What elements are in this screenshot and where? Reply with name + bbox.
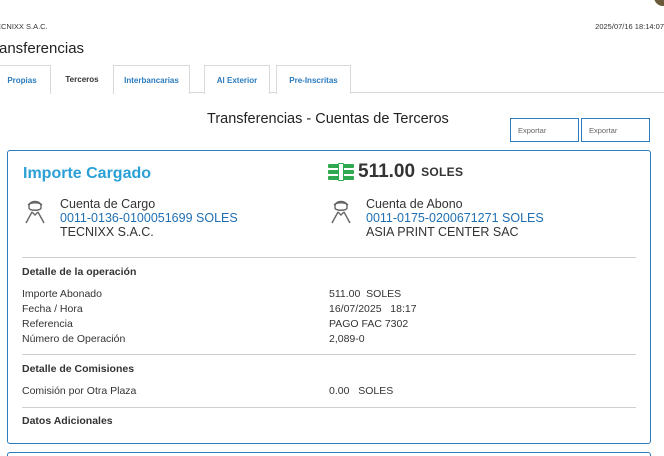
top-bar: ECNIXX S.A.C. 2025/07/16 18:14:07 [0, 0, 664, 34]
section-title: Transferencias - Cuentas de Terceros [207, 111, 449, 127]
referencia-value: PAGO FAC 7302 [329, 318, 409, 330]
cargo-owner: TECNIXX S.A.C. [60, 225, 154, 239]
importe-cargado-title: Importe Cargado [23, 165, 152, 182]
fecha-hora-label: Fecha / Hora [22, 303, 83, 315]
divider [22, 257, 636, 258]
next-card-edge [7, 452, 651, 456]
export-button-1[interactable]: Exportar [510, 118, 579, 142]
company-name-header: ECNIXX S.A.C. [0, 22, 48, 31]
transfer-summary-card: Importe Cargado 511.00 SOLES Cuenta de C… [7, 150, 651, 444]
cargo-label: Cuenta de Cargo [60, 197, 156, 211]
comision-value: 0.00 SOLES [329, 385, 394, 397]
tab-terceros[interactable]: Terceros [51, 65, 113, 94]
abono-account-number: 0011-0175-0200671271 SOLES [366, 211, 544, 225]
session-timestamp: 2025/07/16 18:14:07 [595, 22, 664, 31]
datos-adicionales-title: Datos Adicionales [22, 415, 113, 427]
numero-operacion-value: 2,089-0 [329, 333, 365, 345]
detalle-operacion-title: Detalle de la operación [22, 266, 137, 278]
amount-display: 511.00 SOLES [328, 161, 463, 183]
tab-interbancarias[interactable]: Interbancarias [113, 65, 190, 94]
export-button-2[interactable]: Exportar [581, 118, 650, 142]
importe-abonado-value: 511.00 SOLES [329, 288, 402, 300]
detalle-comisiones-title: Detalle de Comisiones [22, 363, 135, 375]
abono-label: Cuenta de Abono [366, 197, 463, 211]
amount-value: 511.00 [358, 161, 416, 182]
comision-label: Comisión por Otra Plaza [22, 385, 137, 397]
money-icon [328, 163, 354, 181]
page-title: ransferencias [0, 40, 85, 57]
person-icon [331, 200, 351, 224]
divider [22, 407, 636, 408]
tab-al-exterior[interactable]: Al Exterior [204, 65, 270, 94]
importe-abonado-label: Importe Abonado [22, 288, 102, 300]
user-avatar-icon[interactable] [654, 0, 664, 6]
amount-currency: SOLES [421, 165, 464, 179]
tab-propias[interactable]: Propias [0, 65, 51, 94]
person-icon [25, 200, 45, 224]
tab-pre-inscritas[interactable]: Pre-Inscritas [276, 65, 351, 94]
divider [22, 354, 636, 355]
referencia-label: Referencia [22, 318, 73, 330]
fecha-hora-value: 16/07/2025 18:17 [329, 303, 417, 315]
cargo-account-number: 0011-0136-0100051699 SOLES [60, 211, 238, 225]
abono-owner: ASIA PRINT CENTER SAC [366, 225, 519, 239]
numero-operacion-label: Número de Operación [22, 333, 126, 345]
transfer-tabs: Propias Terceros Interbancarias Al Exter… [0, 65, 664, 94]
